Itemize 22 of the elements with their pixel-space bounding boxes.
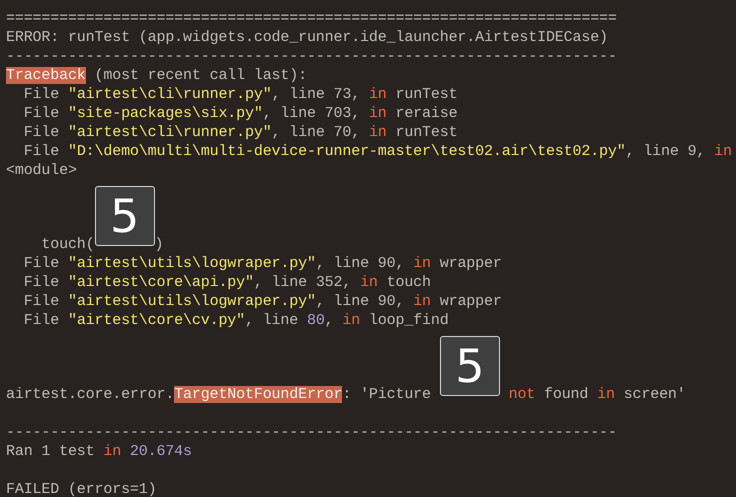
log-text: Traceback (most recent call last): (6, 67, 307, 84)
log-text: Ran 1 test in 20.674s (6, 443, 192, 460)
log-text: ) (154, 236, 164, 253)
log-text: File "airtest\utils\logwraper.py", line 90, in wrapper (22, 293, 502, 310)
log-text: File "airtest\core\cv.py", line 80, in loop_find (22, 312, 449, 329)
log-text: not found in screen' (508, 386, 686, 403)
log-text: FAILED (errors=1) (6, 481, 156, 497)
code-image: 5 (440, 336, 500, 396)
log-text: --------------------------------------------------------------------- (6, 424, 617, 441)
log-text: airtest.core.error.TargetNotFoundError: 'Picture (6, 386, 432, 403)
log-text: File "D:\demo\multi\multi-device-runner-master\test02.air\test02.py", line 9, in (22, 143, 732, 160)
log-text: File "airtest\core\api.py", line 352, in touch (22, 274, 431, 291)
log-text: <module> (6, 162, 77, 179)
log-text: touch( (40, 236, 95, 253)
log-text: File "site-packages\six.py", line 703, in reraise (22, 105, 458, 122)
code-image: 5 (94, 186, 155, 246)
log-text: File "airtest\cli\runner.py", line 73, in runTest (22, 86, 458, 103)
log-text: File "airtest\utils\logwraper.py", line 90, in wrapper (22, 255, 502, 272)
log-text: File "airtest\cli\runner.py", line 70, in runTest (22, 124, 458, 141)
log-text: ERROR: runTest (app.widgets.code_runner.ide_launcher.AirtestIDECase) (6, 29, 608, 46)
log-text: ===================================================================== (6, 10, 617, 27)
log-text: --------------------------------------------------------------------- (6, 48, 617, 65)
